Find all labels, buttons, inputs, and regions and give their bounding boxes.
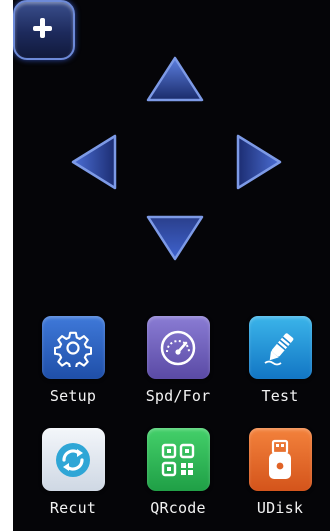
qrcode-button[interactable]: QRcode bbox=[133, 428, 223, 517]
udisk-tile bbox=[248, 428, 312, 491]
recut-button[interactable]: Recut bbox=[28, 428, 118, 517]
arrow-up-icon bbox=[146, 56, 204, 102]
setup-button[interactable]: Setup bbox=[28, 316, 118, 405]
arrow-down-icon bbox=[146, 215, 204, 261]
gear-icon bbox=[54, 331, 92, 367]
device-screen: Setup Spd/For Test Recut QRcode UDisk bbox=[13, 0, 333, 531]
arrow-down-button[interactable] bbox=[145, 212, 205, 262]
arrow-right-icon bbox=[236, 134, 282, 190]
test-button[interactable]: Test bbox=[235, 316, 325, 405]
speedometer-icon bbox=[160, 330, 196, 365]
udisk-button[interactable]: UDisk bbox=[235, 428, 325, 517]
refresh-icon bbox=[56, 442, 90, 477]
speed-force-tile bbox=[146, 316, 210, 379]
pen-test-icon bbox=[264, 332, 294, 365]
test-tile bbox=[248, 316, 312, 379]
arrow-up-button[interactable] bbox=[145, 55, 205, 105]
usb-drive-icon bbox=[269, 439, 291, 479]
setup-label: Setup bbox=[49, 387, 97, 405]
qrcode-icon bbox=[161, 443, 195, 476]
setup-tile bbox=[41, 316, 105, 379]
qrcode-tile bbox=[146, 428, 210, 491]
arrow-left-button[interactable] bbox=[69, 132, 119, 192]
speed-force-label: Spd/For bbox=[145, 387, 211, 405]
center-plus-button[interactable] bbox=[13, 0, 75, 60]
qrcode-label: QRcode bbox=[150, 499, 206, 517]
recut-label: Recut bbox=[49, 499, 97, 517]
test-label: Test bbox=[261, 387, 299, 405]
speed-force-button[interactable]: Spd/For bbox=[133, 316, 223, 405]
arrow-left-icon bbox=[71, 134, 117, 190]
arrow-right-button[interactable] bbox=[234, 132, 284, 192]
recut-tile bbox=[41, 428, 105, 491]
udisk-label: UDisk bbox=[256, 499, 304, 517]
